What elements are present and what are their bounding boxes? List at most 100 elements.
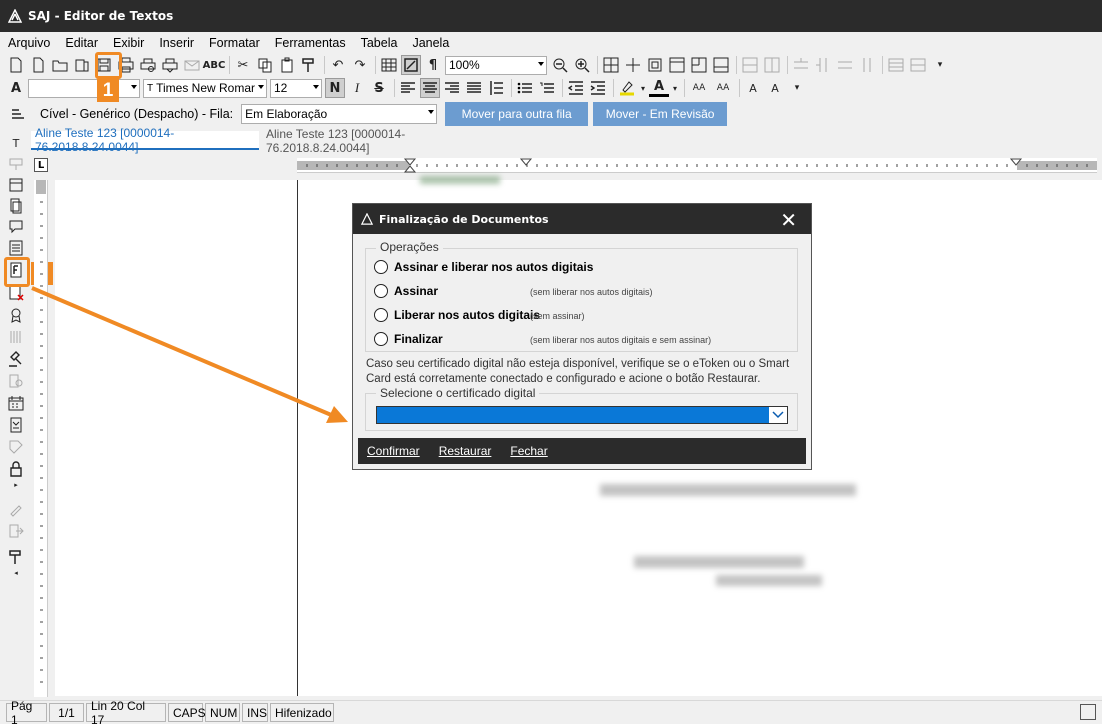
cut-icon[interactable]: ✂ <box>233 55 253 75</box>
chevron-down-icon[interactable]: ▾ <box>671 78 679 98</box>
insert-cross-icon[interactable] <box>623 55 643 75</box>
ruler-tab-selector[interactable]: L <box>34 158 48 172</box>
documents-list-icon[interactable] <box>6 196 26 216</box>
judge-gavel-icon[interactable] <box>6 349 26 369</box>
paste-icon[interactable] <box>277 55 297 75</box>
increase-indent-icon[interactable] <box>588 78 608 98</box>
tab-document-active[interactable]: Aline Teste 123 [0000014-76.2018.8.24.00… <box>31 126 259 154</box>
edit-tag-icon[interactable] <box>6 437 26 457</box>
decrease-indent-icon[interactable] <box>566 78 586 98</box>
horizontal-ruler[interactable] <box>297 158 1097 173</box>
radio-finalize[interactable] <box>374 332 388 346</box>
option-sign-release[interactable]: Assinar e liberar nos autos digitais <box>374 260 593 274</box>
table-split-icon[interactable] <box>762 55 782 75</box>
table-insert-column-icon[interactable] <box>813 55 833 75</box>
option-sign[interactable]: Assinar <box>374 284 438 298</box>
menu-editar[interactable]: Editar <box>65 36 98 50</box>
copy-icon[interactable] <box>255 55 275 75</box>
calendar-icon[interactable] <box>6 393 26 413</box>
print-setup-icon[interactable] <box>160 55 180 75</box>
table-delete-column-icon[interactable] <box>857 55 877 75</box>
sign-pen-icon[interactable] <box>6 499 26 519</box>
spellcheck-icon[interactable]: ABC <box>203 55 226 75</box>
comment-icon[interactable] <box>6 217 26 237</box>
insert-document-icon[interactable] <box>6 175 26 195</box>
highlight-color-icon[interactable] <box>617 78 637 98</box>
option-finalize[interactable]: Finalizar <box>374 332 443 346</box>
align-center-icon[interactable] <box>420 78 440 98</box>
menu-janela[interactable]: Janela <box>412 36 449 50</box>
font-color-icon[interactable]: A <box>649 79 669 97</box>
certificate-icon[interactable] <box>6 305 26 325</box>
tab-document-second[interactable]: Aline Teste 123 [0000014-76.2018.8.24.00… <box>262 127 486 155</box>
numbered-list-icon[interactable] <box>537 78 557 98</box>
menu-arquivo[interactable]: Arquivo <box>8 36 50 50</box>
font-size-select[interactable]: 12 <box>270 78 322 98</box>
strike-button[interactable]: S <box>369 78 389 98</box>
paragraph-marks-icon[interactable]: ¶ <box>423 55 443 75</box>
radio-sign[interactable] <box>374 284 388 298</box>
zoom-in-icon[interactable] <box>572 55 592 75</box>
radio-sign-release[interactable] <box>374 260 388 274</box>
resize-grip-icon[interactable] <box>1080 704 1096 720</box>
model-document-icon[interactable] <box>6 415 26 435</box>
model-icon[interactable] <box>72 55 92 75</box>
export-icon[interactable] <box>6 521 26 541</box>
align-right-icon[interactable] <box>442 78 462 98</box>
option-release[interactable]: Liberar nos autos digitais <box>374 308 540 322</box>
table-properties-icon[interactable] <box>886 55 906 75</box>
bold-button[interactable]: N <box>325 78 345 98</box>
superscript-icon[interactable]: AA <box>712 78 734 98</box>
menu-exibir[interactable]: Exibir <box>113 36 144 50</box>
small-caps-icon[interactable]: AA <box>688 78 710 98</box>
style-select[interactable] <box>28 78 140 98</box>
confirm-button[interactable]: Confirmar <box>367 444 420 458</box>
toolbar-more-icon[interactable]: ▾ <box>787 78 807 98</box>
open-folder-icon[interactable] <box>50 55 70 75</box>
line-spacing-icon[interactable] <box>486 78 506 98</box>
email-icon[interactable] <box>182 55 202 75</box>
move-review-button[interactable]: Mover - Em Revisão <box>593 102 728 126</box>
insert-row-icon[interactable] <box>711 55 731 75</box>
table-icon[interactable] <box>379 55 399 75</box>
paint-roller-icon[interactable] <box>6 547 26 567</box>
bullet-list-icon[interactable] <box>515 78 535 98</box>
insert-box-icon[interactable] <box>667 55 687 75</box>
close-button[interactable]: Fechar <box>510 444 547 458</box>
insert-frame-icon[interactable] <box>645 55 665 75</box>
italic-button[interactable]: I <box>347 78 367 98</box>
print-preview-icon[interactable] <box>138 55 158 75</box>
table-insert-row-icon[interactable] <box>791 55 811 75</box>
format-painter-icon[interactable] <box>299 55 319 75</box>
insert-field-icon[interactable] <box>6 154 26 174</box>
queue-select[interactable]: Em Elaboração <box>241 104 438 124</box>
new-document-icon[interactable] <box>28 55 48 75</box>
replace-icon[interactable]: A <box>765 78 785 98</box>
chevron-down-icon[interactable]: ▾ <box>639 78 647 98</box>
search-process-icon[interactable] <box>6 371 26 391</box>
align-justify-icon[interactable] <box>464 78 484 98</box>
vertical-ruler[interactable] <box>34 180 48 697</box>
move-queue-button[interactable]: Mover para outra fila <box>445 102 589 126</box>
certificate-select[interactable] <box>376 406 788 424</box>
dialog-close-button[interactable]: ✕ <box>780 208 797 232</box>
radio-release[interactable] <box>374 308 388 322</box>
menu-ferramentas[interactable]: Ferramentas <box>275 36 346 50</box>
align-left-icon[interactable] <box>398 78 418 98</box>
redo-icon[interactable]: ↷ <box>350 55 370 75</box>
menu-tabela[interactable]: Tabela <box>361 36 398 50</box>
table-merge-icon[interactable] <box>740 55 760 75</box>
chevron-right-icon[interactable]: ▸ <box>6 479 26 491</box>
barcode-icon[interactable] <box>6 327 26 347</box>
font-name-select[interactable]: T Times New Romar <box>143 78 267 98</box>
find-replace-icon[interactable]: A <box>743 78 763 98</box>
undo-icon[interactable]: ↶ <box>328 55 348 75</box>
text-style-icon[interactable]: T <box>6 133 26 153</box>
toolbar-more-icon[interactable]: ▾ <box>930 55 950 75</box>
lock-icon[interactable] <box>6 459 26 479</box>
show-frame-icon[interactable] <box>401 55 421 75</box>
zoom-out-icon[interactable] <box>550 55 570 75</box>
insert-cell-icon[interactable] <box>689 55 709 75</box>
chevron-left-icon[interactable]: ◂ <box>6 567 26 579</box>
text-list-icon[interactable] <box>6 238 26 258</box>
